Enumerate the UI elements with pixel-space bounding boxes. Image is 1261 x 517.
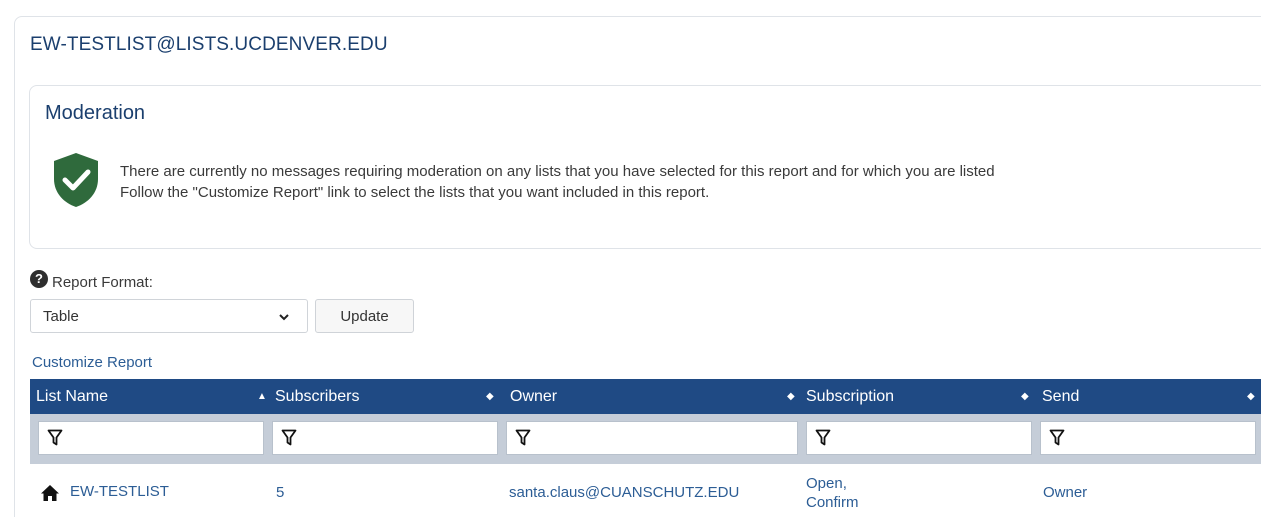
filter-icon [1049,429,1065,446]
filter-input-list-name[interactable] [38,421,264,455]
chevron-down-icon [279,314,289,321]
column-header-subscription[interactable]: Subscription [806,379,894,414]
table-row-list-name-link[interactable]: EW-TESTLIST [70,483,169,500]
subscription-line2: Confirm [806,494,859,511]
moderation-message: There are currently no messages requirin… [120,161,1261,203]
moderation-message-line1: There are currently no messages requirin… [120,163,995,180]
report-format-select[interactable]: Table [30,299,308,333]
table-row-subscribers-link[interactable]: 5 [276,484,284,501]
filter-input-subscribers[interactable] [272,421,498,455]
customize-report-link[interactable]: Customize Report [32,354,152,371]
question-circle-icon[interactable]: ? [30,270,48,288]
shield-check-icon [54,153,98,207]
moderation-message-line2: Follow the "Customize Report" link to se… [120,184,710,201]
update-button[interactable]: Update [315,299,414,333]
report-format-value: Table [43,308,79,325]
sort-icon[interactable]: ◆ [787,379,795,414]
column-header-list-name[interactable]: List Name [36,379,108,414]
sort-icon[interactable]: ◆ [1247,379,1255,414]
filter-input-send[interactable] [1040,421,1256,455]
table-row-subscription: Open, Confirm [806,474,859,512]
home-icon [41,485,59,501]
sort-icon[interactable]: ◆ [1021,379,1029,414]
table-row-owner-link[interactable]: santa.claus@CUANSCHUTZ.EDU [509,484,739,501]
list-title: EW-TESTLIST@LISTS.UCDENVER.EDU [30,34,388,55]
moderation-title: Moderation [45,102,146,124]
column-header-subscribers[interactable]: Subscribers [275,379,359,414]
sort-icon[interactable]: ◆ [486,379,494,414]
filter-icon [815,429,831,446]
filter-input-subscription[interactable] [806,421,1032,455]
column-header-send[interactable]: Send [1042,379,1079,414]
filter-icon [515,429,531,446]
column-header-owner[interactable]: Owner [510,379,557,414]
report-format-label: Report Format: [52,274,153,291]
filter-input-owner[interactable] [506,421,798,455]
filter-icon [47,429,63,446]
table-row-send-link[interactable]: Owner [1043,484,1087,501]
subscription-line1: Open, [806,475,847,492]
filter-icon [281,429,297,446]
sort-asc-icon[interactable]: ▲ [257,379,267,414]
